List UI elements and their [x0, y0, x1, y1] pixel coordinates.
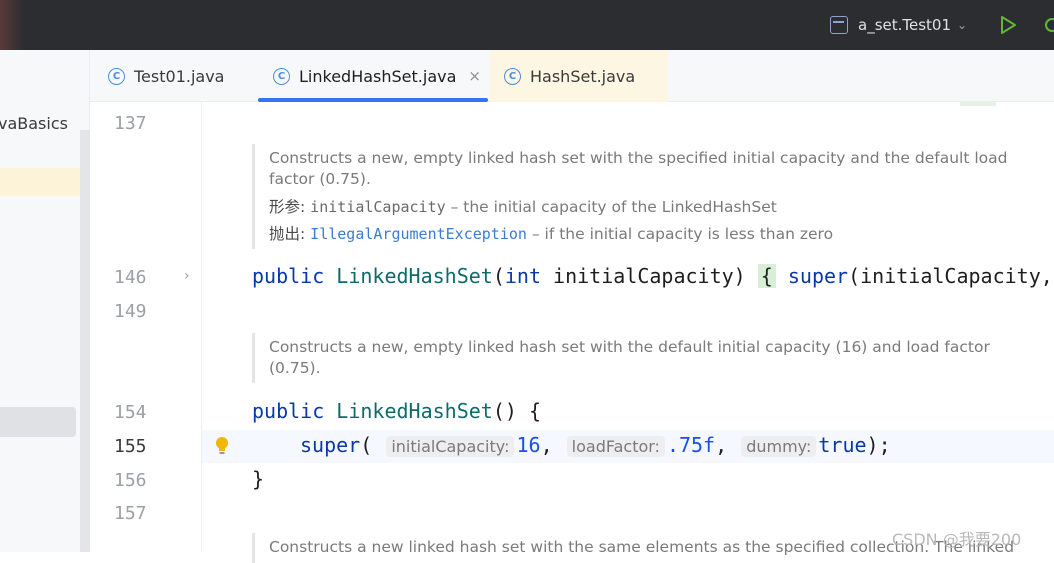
code-rest: () { — [492, 399, 542, 423]
debug-icon[interactable] — [1040, 14, 1054, 36]
close-icon[interactable]: × — [468, 67, 481, 85]
class-icon: C — [504, 67, 521, 85]
closing-brace: } — [252, 467, 265, 491]
tab-label: Test01.java — [134, 66, 225, 86]
code-rest: ); — [866, 433, 891, 457]
change-marker — [960, 102, 996, 106]
run-configuration-selector[interactable]: a_set.Test01 ⌄ — [830, 14, 967, 36]
tab-label: LinkedHashSet.java — [299, 66, 457, 86]
constructor-name: LinkedHashSet — [336, 399, 493, 423]
line-number: 149 — [114, 301, 147, 322]
keyword-public: public — [252, 264, 325, 288]
keyword-super: super — [300, 433, 361, 457]
code-line-156[interactable]: } — [252, 467, 264, 491]
javadoc-param: 形参: initialCapacity – the initial capaci… — [269, 197, 1022, 218]
keyword-super: super — [787, 264, 849, 288]
param-name: initialCapacity — [541, 264, 734, 288]
project-tree-item[interactable]: vaBasics — [0, 114, 68, 133]
line-number: 137 — [114, 113, 147, 134]
code-line-154[interactable]: public LinkedHashSet() { — [252, 399, 541, 423]
tab-label: HashSet.java — [530, 66, 636, 86]
active-tab-indicator — [258, 98, 488, 102]
tab-linkedhashset[interactable]: C LinkedHashSet.java × — [258, 50, 488, 102]
editor-gutter[interactable]: 137 146 149 154 155 156 157 › — [90, 102, 202, 552]
line-number: 156 — [114, 470, 147, 491]
title-bar: a_set.Test01 ⌄ — [0, 0, 1054, 50]
code-rest: (initialCapacity, — [848, 264, 1053, 288]
paren: ( — [360, 433, 373, 457]
number-literal: 16 — [516, 433, 541, 457]
line-number: 154 — [114, 402, 147, 423]
paren: ( — [492, 264, 505, 288]
javadoc-block: Constructs a new, empty linked hash set … — [252, 333, 1022, 383]
project-tree-selected-row[interactable] — [0, 168, 90, 196]
class-icon: C — [273, 67, 290, 85]
sidebar-scrollbar[interactable] — [80, 130, 90, 552]
keyword-true: true — [818, 433, 867, 457]
line-number: 146 — [114, 267, 147, 288]
tab-hashset[interactable]: C HashSet.java — [490, 50, 668, 102]
throws-desc: – if the initial capacity is less than z… — [526, 225, 834, 243]
javadoc-throws: 抛出: IllegalArgumentException – if the in… — [269, 224, 1022, 245]
run-config-icon — [830, 16, 848, 34]
code-line-155[interactable]: super( initialCapacity: 16, loadFactor: .7… — [300, 433, 891, 457]
paren: ) — [733, 264, 746, 288]
run-config-label: a_set.Test01 — [858, 16, 952, 34]
throws-label: 抛出: — [269, 225, 306, 243]
fold-chevron-icon[interactable]: › — [184, 268, 190, 284]
comma: , — [540, 433, 553, 457]
comma: , — [715, 433, 728, 457]
javadoc-text: Constructs a new, empty linked hash set … — [269, 338, 990, 377]
class-icon: C — [108, 67, 125, 85]
editor-tab-bar: C Test01.java C LinkedHashSet.java × C H… — [90, 50, 1054, 102]
lightbulb-icon[interactable] — [214, 436, 230, 456]
param-label: 形参: — [269, 198, 306, 216]
chevron-down-icon: ⌄ — [957, 18, 968, 32]
param-desc: – the initial capacity of the LinkedHash… — [445, 198, 777, 216]
project-tree-hover-row[interactable] — [0, 407, 76, 437]
keyword-int: int — [504, 264, 542, 288]
parameter-hint: dummy: — [741, 436, 817, 457]
tab-test01[interactable]: C Test01.java — [108, 50, 224, 102]
project-tool-window: vaBasics — [0, 50, 90, 552]
parameter-hint: loadFactor: — [566, 436, 665, 457]
parameter-hint: initialCapacity: — [386, 436, 515, 457]
run-icon[interactable] — [998, 14, 1018, 36]
project-color-strip — [0, 0, 24, 50]
param-name: initialCapacity — [310, 198, 446, 216]
throws-link[interactable]: IllegalArgumentException — [310, 225, 527, 243]
watermark-text: CSDN @我要200 — [892, 530, 1022, 549]
javadoc-text: Constructs a new, empty linked hash set … — [269, 149, 1008, 188]
javadoc-block: Constructs a new, empty linked hash set … — [252, 144, 1022, 249]
constructor-name: LinkedHashSet — [336, 264, 493, 288]
line-number: 155 — [114, 436, 147, 457]
line-number: 157 — [114, 503, 147, 524]
keyword-public: public — [252, 399, 325, 423]
folded-brace[interactable]: { — [757, 264, 776, 288]
code-line-146[interactable]: public LinkedHashSet(int initialCapacity… — [252, 264, 1053, 288]
number-literal: .75f — [666, 433, 716, 457]
